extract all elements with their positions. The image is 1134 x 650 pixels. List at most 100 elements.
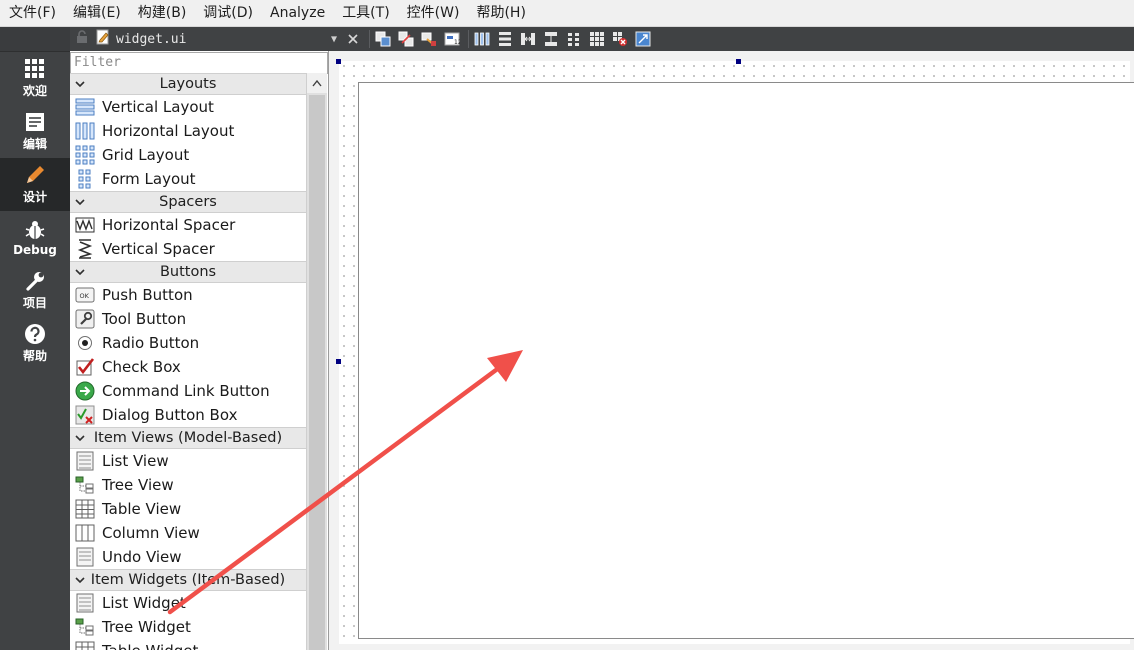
widget-item-label: Form Layout — [102, 170, 196, 188]
scrollbar-thumb[interactable] — [309, 95, 325, 650]
widget-item-label: Undo View — [102, 548, 182, 566]
widget-item-label: Grid Layout — [102, 146, 190, 164]
mode-sidebar-header — [0, 27, 70, 52]
widget-item-list-view[interactable]: List View — [70, 449, 306, 473]
horizontal-spacer-icon — [75, 215, 95, 235]
menu-item-1[interactable]: 编辑(E) — [64, 0, 129, 27]
layout-horizontally-icon[interactable] — [472, 29, 492, 49]
dialog-button-box-icon — [75, 405, 95, 425]
menu-item-3[interactable]: 调试(D) — [194, 0, 261, 27]
widget-item-tree-widget[interactable]: Tree Widget — [70, 615, 306, 639]
category-title: Spacers — [159, 194, 217, 210]
widget-item-table-widget[interactable]: Table Widget — [70, 639, 306, 650]
break-layout-icon[interactable] — [610, 29, 630, 49]
widget-item-vertical-spacer[interactable]: Vertical Spacer — [70, 237, 306, 261]
table-view-icon — [75, 499, 95, 519]
chevron-down-icon[interactable] — [73, 265, 87, 279]
menu-item-7[interactable]: 帮助(H) — [467, 0, 533, 27]
widget-item-label: List View — [102, 452, 169, 470]
chevron-down-icon[interactable] — [73, 573, 87, 587]
chevron-down-icon[interactable] — [73, 195, 87, 209]
layout-form-icon[interactable] — [564, 29, 584, 49]
pencil-icon — [23, 164, 47, 186]
edit-widgets-icon[interactable] — [373, 29, 393, 49]
widget-item-undo-view[interactable]: Undo View — [70, 545, 306, 569]
edit-tab-order-icon[interactable]: 12 — [442, 29, 462, 49]
widget-item-tool-button[interactable]: Tool Button — [70, 307, 306, 331]
widget-item-push-button[interactable]: OK Push Button — [70, 283, 306, 307]
widget-item-command-link-button[interactable]: Command Link Button — [70, 379, 306, 403]
edit-signals-slots-icon[interactable] — [396, 29, 416, 49]
layout-grid-icon[interactable] — [587, 29, 607, 49]
menu-item-0[interactable]: 文件(F) — [0, 0, 64, 27]
category-item-views-model-based[interactable]: Item Views (Model-Based) — [70, 427, 306, 449]
form-grid-area[interactable] — [339, 61, 1134, 644]
layout-vertical-splitter-icon[interactable] — [541, 29, 561, 49]
widget-item-radio-button[interactable]: Radio Button — [70, 331, 306, 355]
lock-icon — [76, 30, 88, 48]
vertical-layout-icon — [75, 97, 95, 117]
form-editor-canvas[interactable] — [329, 51, 1134, 650]
widget-item-tree-view[interactable]: Tree View — [70, 473, 306, 497]
toolbar-separator — [369, 30, 370, 48]
selection-handle-top-center[interactable] — [736, 59, 741, 64]
category-item-widgets-item-based[interactable]: Item Widgets (Item-Based) — [70, 569, 306, 591]
menu-item-5[interactable]: 工具(T) — [333, 0, 397, 27]
vertical-spacer-icon — [75, 239, 95, 259]
mode-button-0[interactable]: 欢迎 — [0, 52, 70, 105]
widget-item-label: Push Button — [102, 286, 193, 304]
open-document-selector[interactable]: widget.ui ▼ — [70, 27, 343, 51]
table-widget-icon — [75, 641, 95, 650]
mode-button-5[interactable]: 帮助 — [0, 317, 70, 370]
mode-button-1[interactable]: 编辑 — [0, 105, 70, 158]
widget-list: Layouts Vertical Layout Horizontal Layout G… — [70, 73, 306, 650]
selection-handle-middle-left[interactable] — [336, 359, 341, 364]
widget-item-list-widget[interactable]: List Widget — [70, 591, 306, 615]
category-buttons[interactable]: Buttons — [70, 261, 306, 283]
layout-horizontal-splitter-icon[interactable] — [518, 29, 538, 49]
mode-button-2[interactable]: 设计 — [0, 158, 70, 211]
category-title: Layouts — [159, 76, 217, 92]
mode-button-3[interactable]: Debug — [0, 211, 70, 264]
category-layouts[interactable]: Layouts — [70, 73, 306, 95]
mode-button-4[interactable]: 项目 — [0, 264, 70, 317]
widget-item-horizontal-spacer[interactable]: Horizontal Spacer — [70, 213, 306, 237]
widget-item-vertical-layout[interactable]: Vertical Layout — [70, 95, 306, 119]
widget-item-table-view[interactable]: Table View — [70, 497, 306, 521]
mode-label: Debug — [13, 242, 57, 257]
form-widget[interactable] — [358, 82, 1134, 639]
edit-buddies-icon[interactable] — [419, 29, 439, 49]
ui-file-icon — [96, 29, 110, 49]
push-button-icon: OK — [75, 285, 95, 305]
radio-button-icon — [75, 333, 95, 353]
close-document-button[interactable] — [343, 29, 363, 49]
widget-item-dialog-button-box[interactable]: Dialog Button Box — [70, 403, 306, 427]
widget-filter-input[interactable] — [70, 51, 328, 74]
editor-toolbar: widget.ui ▼ 12 — [70, 27, 1134, 51]
category-spacers[interactable]: Spacers — [70, 191, 306, 213]
selection-handle-top-left[interactable] — [336, 59, 341, 64]
check-box-icon — [75, 357, 95, 377]
adjust-size-icon[interactable] — [633, 29, 653, 49]
scroll-up-icon[interactable] — [307, 73, 327, 93]
menu-item-6[interactable]: 控件(W) — [398, 0, 468, 27]
layout-vertically-icon[interactable] — [495, 29, 515, 49]
document-name: widget.ui — [116, 31, 187, 47]
widget-item-label: Vertical Spacer — [102, 240, 215, 258]
menu-item-2[interactable]: 构建(B) — [129, 0, 195, 27]
chevron-down-icon[interactable] — [73, 77, 87, 91]
widget-item-column-view[interactable]: Column View — [70, 521, 306, 545]
wrench-icon — [23, 270, 47, 292]
bug-icon — [23, 219, 47, 241]
widget-item-check-box[interactable]: Check Box — [70, 355, 306, 379]
widget-item-grid-layout[interactable]: Grid Layout — [70, 143, 306, 167]
widget-box-panel: Layouts Vertical Layout Horizontal Layout G… — [70, 51, 329, 650]
chevron-down-icon[interactable]: ▼ — [331, 34, 337, 45]
widget-item-form-layout[interactable]: Form Layout — [70, 167, 306, 191]
mode-sidebar: 欢迎 编辑 设计 Debug 项目 帮助 — [0, 27, 70, 650]
document-icon — [23, 111, 47, 133]
widget-item-horizontal-layout[interactable]: Horizontal Layout — [70, 119, 306, 143]
widget-list-scrollbar[interactable] — [306, 73, 327, 650]
menu-item-4[interactable]: Analyze — [261, 0, 333, 27]
chevron-down-icon[interactable] — [73, 431, 87, 445]
